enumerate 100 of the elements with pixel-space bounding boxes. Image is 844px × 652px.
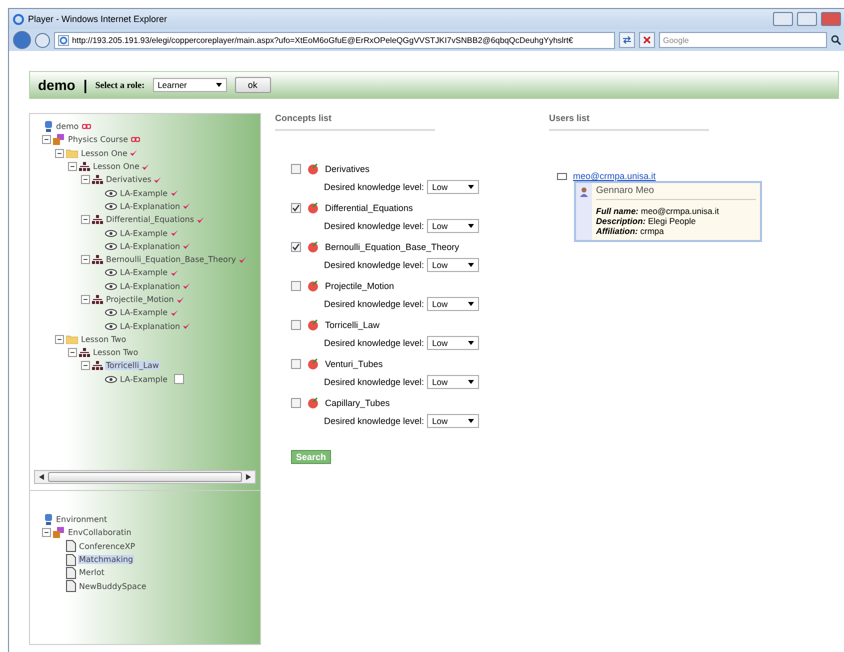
collapse-toggle[interactable] xyxy=(55,334,64,344)
level-select[interactable]: Low xyxy=(427,297,480,311)
tree-item[interactable]: Differential_Equations xyxy=(105,215,196,224)
role-label: Select a role: xyxy=(95,80,145,90)
tree-item[interactable]: LA-Explanation xyxy=(119,322,182,331)
collapse-toggle[interactable] xyxy=(81,255,90,264)
checkbox[interactable] xyxy=(291,281,301,291)
collapse-toggle[interactable] xyxy=(68,348,77,358)
maximize-button[interactable] xyxy=(797,12,817,26)
tree-item[interactable]: LA-Example xyxy=(119,308,169,318)
tree-item[interactable]: Lesson One xyxy=(92,162,140,172)
separator: | xyxy=(83,77,88,93)
level-label: Desired knowledge level: xyxy=(324,338,424,348)
scroll-right-icon[interactable] xyxy=(246,474,251,480)
tree-item[interactable]: LA-Explanation xyxy=(119,282,182,291)
apple-icon xyxy=(307,397,319,409)
tree-item[interactable]: demo xyxy=(55,122,80,132)
tree-item[interactable]: Physics Course xyxy=(67,135,130,144)
user-detail: Description: Elegi People xyxy=(596,216,697,226)
apple-icon xyxy=(307,319,319,331)
refresh-button[interactable] xyxy=(619,32,635,48)
tree-item[interactable]: Lesson One xyxy=(80,148,128,158)
apple-icon xyxy=(307,358,319,370)
user-name: Gennaro Meo xyxy=(596,185,756,200)
tree-item[interactable]: EnvCollaboratin xyxy=(67,528,132,538)
level-label: Desired knowledge level: xyxy=(324,299,424,309)
tree-item[interactable]: LA-Example xyxy=(119,374,169,384)
checkbox[interactable] xyxy=(291,320,301,330)
collapse-toggle[interactable] xyxy=(55,148,64,158)
stop-button[interactable] xyxy=(639,32,655,48)
checkbox[interactable] xyxy=(291,203,301,213)
section-title: Concepts list xyxy=(275,113,435,131)
section-title: Users list xyxy=(549,113,709,131)
tree-item[interactable]: Matchmaking xyxy=(78,555,134,564)
level-label: Desired knowledge level: xyxy=(324,377,424,387)
collapse-toggle[interactable] xyxy=(68,162,77,172)
collapse-toggle[interactable] xyxy=(81,215,90,224)
tree-item[interactable]: NewBuddySpace xyxy=(78,582,148,591)
level-select[interactable]: Low xyxy=(427,336,480,350)
checkbox[interactable] xyxy=(291,359,301,369)
apple-icon xyxy=(307,280,319,292)
tree-item[interactable]: Lesson Two xyxy=(92,348,140,358)
checkbox[interactable] xyxy=(291,242,301,252)
tree-item[interactable]: Bernoulli_Equation_Base_Theory xyxy=(105,255,237,264)
apple-icon xyxy=(307,163,319,175)
role-select[interactable]: Learner xyxy=(152,78,227,92)
back-button[interactable] xyxy=(13,31,31,49)
level-label: Desired knowledge level: xyxy=(324,260,424,270)
tree-item[interactable]: Merlot xyxy=(78,568,106,578)
level-label: Desired knowledge level: xyxy=(324,416,424,426)
person-icon xyxy=(580,187,588,197)
level-label: Desired knowledge level: xyxy=(324,221,424,231)
level-label: Desired knowledge level: xyxy=(324,182,424,192)
level-select[interactable]: Low xyxy=(427,414,480,428)
tree-item[interactable]: Derivatives xyxy=(105,175,152,184)
level-select[interactable]: Low xyxy=(427,375,480,389)
tree-item[interactable]: LA-Example xyxy=(119,228,169,238)
tree-item[interactable]: LA-Example xyxy=(119,188,169,198)
checkbox[interactable] xyxy=(291,164,301,174)
concept-label: Torricelli_Law xyxy=(325,320,380,330)
forward-button[interactable] xyxy=(35,32,50,48)
page-icon xyxy=(58,34,69,46)
checkbox[interactable] xyxy=(174,374,184,384)
checkbox[interactable] xyxy=(291,398,301,408)
tree-item[interactable]: Projectile_Motion xyxy=(105,295,175,304)
tree-item[interactable]: LA-Example xyxy=(119,268,169,278)
tree-item[interactable]: Lesson Two xyxy=(80,334,128,344)
user-detail: Full name: meo@crmpa.unisa.it xyxy=(596,206,720,216)
concept-label: Differential_Equations xyxy=(325,203,413,213)
tree-item[interactable]: Torricelli_Law xyxy=(105,361,160,370)
site-title: demo xyxy=(38,77,76,93)
scroll-left-icon[interactable] xyxy=(39,474,44,480)
search-field[interactable]: Google xyxy=(659,32,827,48)
mail-icon xyxy=(557,172,567,180)
level-select[interactable]: Low xyxy=(427,180,480,194)
level-select[interactable]: Low xyxy=(427,219,480,233)
concept-label: Projectile_Motion xyxy=(325,281,394,291)
browser-icon xyxy=(13,14,24,24)
horizontal-scrollbar[interactable] xyxy=(34,470,256,484)
collapse-toggle[interactable] xyxy=(42,528,51,538)
collapse-toggle[interactable] xyxy=(81,295,90,304)
concept-label: Derivatives xyxy=(325,164,370,174)
collapse-toggle[interactable] xyxy=(81,175,90,184)
tree-item[interactable]: LA-Explanation xyxy=(119,242,182,251)
minimize-button[interactable] xyxy=(773,12,793,26)
collapse-toggle[interactable] xyxy=(81,361,90,370)
address-field[interactable]: http://193.205.191.93/elegi/coppercoreplayer/main.aspx?ufo=XtEoM6oGfuE@ErRxOPeleQGgVVSTJKI7vSNBB2@6qbqQcDeuhgYyhslrt€ xyxy=(54,32,615,48)
ok-button[interactable]: ok xyxy=(234,77,271,93)
search-icon[interactable] xyxy=(831,35,841,45)
collapse-toggle[interactable] xyxy=(42,135,51,144)
tree-item[interactable]: LA-Explanation xyxy=(119,202,182,211)
window-title: Player - Windows Internet Explorer xyxy=(28,14,168,24)
email-link[interactable]: meo@crmpa.unisa.it xyxy=(573,171,656,181)
tree-item[interactable]: Environment xyxy=(55,515,108,524)
level-select[interactable]: Low xyxy=(427,258,480,272)
tree-item[interactable]: ConferenceXP xyxy=(78,542,136,551)
user-detail: Affiliation: crmpa xyxy=(596,226,665,236)
concept-label: Venturi_Tubes xyxy=(325,359,383,369)
apple-icon xyxy=(307,241,319,253)
concept-label: Capillary_Tubes xyxy=(325,398,390,408)
